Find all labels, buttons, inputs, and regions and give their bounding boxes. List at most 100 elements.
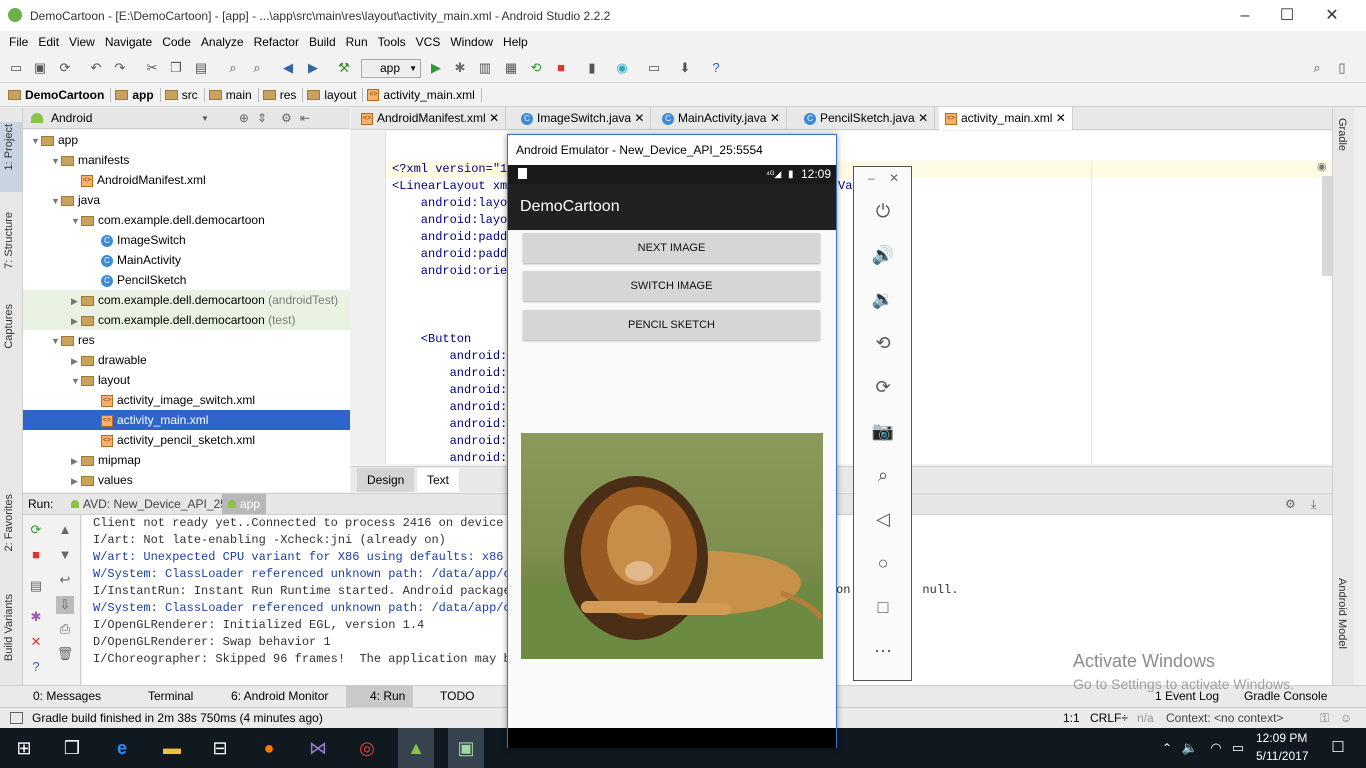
profile-icon[interactable]: ▦ (502, 59, 520, 77)
menu-refactor[interactable]: Refactor (249, 35, 304, 49)
switch-image-button[interactable]: SWITCH IMAGE (523, 271, 820, 301)
tree-item[interactable]: <> activity_image_switch.xml (23, 390, 350, 410)
coverage-icon[interactable]: ▥ (476, 59, 494, 77)
debug-icon[interactable]: ✱ (451, 59, 469, 77)
tool-window-toggle-icon[interactable] (10, 712, 23, 724)
tree-item[interactable]: ▶ com.example.dell.democartoon (test) (23, 310, 350, 330)
dump-threads-icon[interactable]: ✱ (27, 608, 45, 626)
rerun-icon[interactable]: ⟳ (27, 521, 45, 539)
home-icon[interactable]: ○ (870, 550, 896, 576)
tree-item[interactable]: <> activity_main.xml (23, 410, 350, 430)
help-icon[interactable]: ? (27, 658, 45, 676)
paste-icon[interactable]: ▤ (192, 59, 210, 77)
avd-manager-icon[interactable]: ▮ (583, 59, 601, 77)
tree-item[interactable]: <> AndroidManifest.xml (23, 170, 350, 190)
tab-messages[interactable]: 0: Messages (33, 686, 101, 707)
run-icon[interactable]: ▶ (427, 59, 445, 77)
soft-wrap-icon[interactable]: ↩ (56, 571, 74, 589)
rotate-left-icon[interactable]: ⟲ (870, 330, 896, 356)
sdk-manager-icon[interactable]: ⬇ (676, 59, 694, 77)
gradle-sync-icon[interactable]: ◉ (613, 59, 631, 77)
gear-icon[interactable]: ⚙ (1285, 497, 1296, 511)
undo-icon[interactable]: ↶ (87, 59, 105, 77)
save-icon[interactable]: ▣ (31, 59, 49, 77)
close-icon[interactable]: ✕ (489, 111, 499, 125)
scroll-up-icon[interactable]: ▲ (56, 521, 74, 539)
windows-start-icon[interactable]: ⊞ (12, 736, 36, 760)
run-tab-app[interactable]: app (222, 494, 267, 514)
zoom-icon[interactable]: ⌕ (870, 462, 896, 488)
collapse-arrow-icon[interactable]: ▶ (71, 451, 81, 471)
file-encoding[interactable]: n/a (1137, 708, 1154, 728)
expand-arrow-icon[interactable]: ▼ (31, 131, 41, 151)
menu-file[interactable]: File (4, 35, 33, 49)
context-indicator[interactable]: Context: <no context> (1166, 708, 1283, 728)
wifi-icon[interactable]: ◠ (1204, 736, 1228, 760)
close-icon[interactable]: ✕ (889, 171, 899, 185)
tree-item[interactable]: C MainActivity (23, 250, 350, 270)
breadcrumb-layout[interactable]: layout (307, 88, 364, 102)
menu-run[interactable]: Run (341, 35, 373, 49)
chevron-up-icon[interactable]: ⌃ (1155, 736, 1179, 760)
breadcrumb-project[interactable]: DemoCartoon (8, 88, 112, 102)
next-image-button[interactable]: NEXT IMAGE (523, 233, 820, 263)
tree-item[interactable]: ▼ app (23, 130, 350, 150)
gear-icon[interactable]: ⚙ (281, 111, 292, 125)
tree-item[interactable]: ▼ layout (23, 370, 350, 390)
pencil-sketch-button[interactable]: PENCIL SKETCH (523, 310, 820, 340)
volume-down-icon[interactable]: 🔉 (870, 286, 896, 312)
tree-item[interactable]: <> activity_pencil_sketch.xml (23, 430, 350, 450)
apply-changes-icon[interactable]: ⟲ (527, 59, 545, 77)
keyboard-icon[interactable]: ▭ (1226, 736, 1250, 760)
tree-item[interactable]: ▶ mipmap (23, 450, 350, 470)
overview-icon[interactable]: □ (870, 594, 896, 620)
tab-run[interactable]: 4: Run (346, 686, 414, 707)
copy-icon[interactable]: ❐ (167, 59, 185, 77)
hide-icon[interactable]: ⇤ (300, 111, 310, 125)
minimize-icon[interactable]: – (868, 171, 875, 185)
caret-position[interactable]: 1:1 (1063, 708, 1080, 728)
tool-android-model[interactable]: Android Model (1336, 578, 1348, 649)
collapse-arrow-icon[interactable]: ▶ (71, 471, 81, 491)
find-icon[interactable]: ⌕ (224, 59, 242, 77)
breadcrumb-file[interactable]: <> activity_main.xml (367, 88, 482, 102)
eye-icon[interactable]: ◉ (1317, 160, 1327, 173)
tool-build-variants[interactable]: Build Variants (3, 594, 15, 661)
clock-date[interactable]: 5/11/2017 (1256, 749, 1309, 763)
editor-scrollbar[interactable] (1322, 176, 1332, 276)
edge-icon[interactable]: e (110, 736, 134, 760)
power-icon[interactable]: ⏻ (870, 198, 896, 224)
firefox-icon[interactable]: ● (257, 736, 281, 760)
forward-icon[interactable]: ▶ (304, 59, 322, 77)
make-project-icon[interactable]: ⚒ (335, 59, 353, 77)
target-icon[interactable]: ⊕ (239, 111, 249, 125)
open-folder-icon[interactable]: ▭ (7, 59, 25, 77)
hide-panel-icon[interactable]: ⤓ (1311, 497, 1316, 512)
tree-item[interactable]: ▶ com.example.dell.democartoon (androidTe… (23, 290, 350, 310)
tool-favorites[interactable]: 2: Favorites (3, 494, 15, 551)
expand-arrow-icon[interactable]: ▼ (71, 211, 81, 231)
expand-arrow-icon[interactable]: ▼ (51, 331, 61, 351)
chrome-icon[interactable]: ◎ (355, 736, 379, 760)
stop-icon[interactable]: ■ (552, 59, 570, 77)
tab-android-monitor[interactable]: 6: Android Monitor (231, 686, 328, 707)
breadcrumb-src[interactable]: src (164, 88, 205, 102)
menu-view[interactable]: View (64, 35, 100, 49)
rotate-right-icon[interactable]: ⟳ (870, 374, 896, 400)
close-button[interactable]: ✕ (1309, 0, 1355, 31)
tab-pencil-sketch[interactable]: C PencilSketch.java ✕ (798, 107, 936, 130)
tree-item[interactable]: C PencilSketch (23, 270, 350, 290)
tree-item[interactable]: ▶ drawable (23, 350, 350, 370)
menu-tools[interactable]: Tools (373, 35, 411, 49)
close-icon[interactable]: ✕ (918, 111, 928, 125)
tab-design[interactable]: Design (357, 468, 415, 492)
tool-gradle[interactable]: Gradle (1336, 118, 1348, 151)
menu-help[interactable]: Help (498, 35, 533, 49)
volume-up-icon[interactable]: 🔊 (870, 242, 896, 268)
close-icon[interactable]: ✕ (1056, 111, 1066, 125)
inspector-icon[interactable]: ☺ (1340, 708, 1352, 728)
tab-image-switch[interactable]: C ImageSwitch.java ✕ (515, 107, 652, 130)
tab-terminal[interactable]: Terminal (148, 686, 193, 707)
tree-item[interactable]: ▼ manifests (23, 150, 350, 170)
more-icon[interactable]: ⋯ (870, 638, 896, 664)
